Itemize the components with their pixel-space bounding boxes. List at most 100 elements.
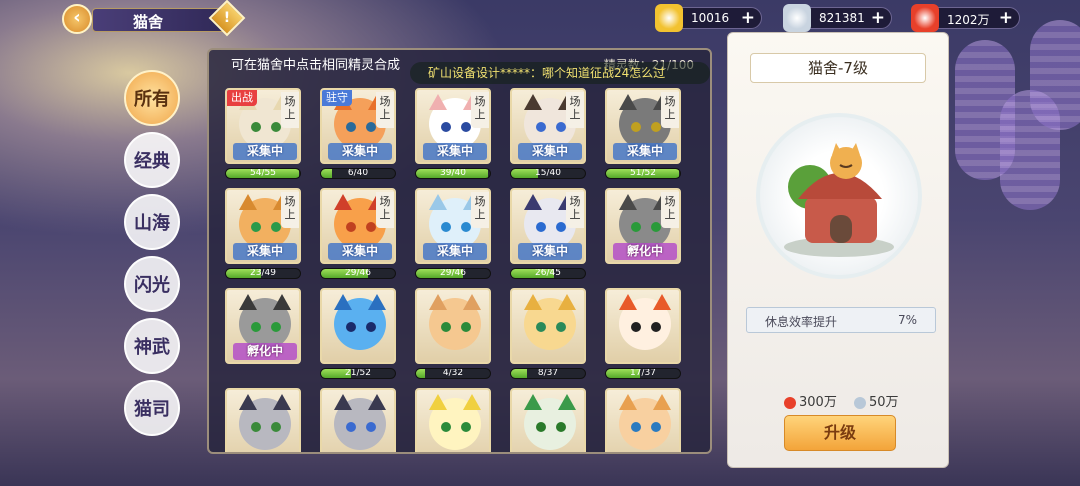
cat-card[interactable]: [605, 288, 681, 364]
add-silver-button[interactable]: +: [871, 9, 885, 27]
progress-text: 29/46: [440, 268, 466, 278]
red-gem-icon: [911, 4, 939, 32]
cat-card[interactable]: [510, 288, 586, 364]
cat-eye: [251, 322, 261, 332]
cat-eye: [271, 422, 281, 432]
progress-bar: 4/32: [415, 368, 491, 379]
cat-eye: [461, 322, 471, 332]
cat-card[interactable]: 场上采集中: [320, 188, 396, 264]
cat-card[interactable]: 出战 场上采集中: [225, 88, 301, 164]
cat-ear: [619, 394, 637, 410]
tab-mountain-sea[interactable]: 山海: [124, 194, 180, 250]
cat-eye: [366, 322, 376, 332]
merge-hint: 可在猫舍中点击相同精灵合成: [231, 58, 401, 73]
cat-ear: [653, 294, 671, 310]
cat-card[interactable]: 场上 采集中: [225, 188, 301, 264]
status-badge: 采集中: [518, 143, 582, 160]
on-field-tag: 场上: [376, 192, 394, 228]
cat-card[interactable]: 场上 孵化中: [605, 188, 681, 264]
stat-value: 7%: [897, 313, 917, 327]
gold-ingot-icon: [655, 4, 683, 32]
currency-value: 821381: [819, 11, 865, 25]
cat-ear: [429, 394, 447, 410]
cat-ear: [368, 294, 386, 310]
status-badge: 孵化中: [613, 243, 677, 260]
cat-card[interactable]: 场上 采集中: [415, 188, 491, 264]
cat-eye: [651, 422, 661, 432]
cat-card[interactable]: [320, 288, 396, 364]
cat-ear: [619, 294, 637, 310]
cat-eye: [651, 322, 661, 332]
cat-eye: [251, 422, 261, 432]
cost-gem: 300万: [784, 391, 837, 410]
cat-ear: [334, 194, 352, 210]
cat-eye: [556, 322, 566, 332]
tab-flash[interactable]: 闪光: [124, 256, 180, 312]
cat-eye: [536, 222, 546, 232]
on-field-tag: 场上: [471, 192, 489, 228]
on-field-tag: 场上: [376, 92, 394, 128]
cat-ear: [558, 394, 576, 410]
stat-row: 休息效率提升 7%: [746, 307, 936, 333]
cat-ear: [524, 294, 542, 310]
cat-card[interactable]: [605, 388, 681, 452]
cat-card[interactable]: [415, 288, 491, 364]
cat-eye: [366, 422, 376, 432]
cat-eye: [556, 222, 566, 232]
cat-card[interactable]: 场上 采集中: [510, 88, 586, 164]
progress-text: 6/40: [347, 168, 369, 178]
cat-card[interactable]: [320, 388, 396, 452]
cat-eye: [631, 422, 641, 432]
detail-panel: 猫舍-7级 休息效率提升 7% 300万 50万 升级: [727, 32, 949, 468]
add-gem-button[interactable]: +: [999, 9, 1013, 27]
status-badge: 孵化中: [233, 343, 297, 360]
cat-ear: [463, 394, 481, 410]
role-tag: 驻守: [322, 90, 352, 106]
cat-card[interactable]: [415, 388, 491, 452]
cat-card[interactable]: 场上 采集中: [415, 88, 491, 164]
add-gold-button[interactable]: +: [741, 9, 755, 27]
cat-ear: [619, 94, 637, 110]
silver-ingot-icon: [854, 396, 866, 409]
progress-bar: 39/40: [415, 168, 491, 179]
status-badge: 采集中: [518, 243, 582, 260]
tab-classic[interactable]: 经典: [124, 132, 180, 188]
cat-card[interactable]: 场上 采集中: [605, 88, 681, 164]
cat-ear: [239, 194, 257, 210]
currency-value: 1202万: [947, 13, 990, 27]
upgrade-button[interactable]: 升级: [784, 415, 896, 451]
cat-card[interactable]: 场上 采集中: [510, 188, 586, 264]
cat-card[interactable]: 孵化中: [225, 288, 301, 364]
cat-ear: [524, 94, 542, 110]
cat-eye: [631, 322, 641, 332]
cat-card[interactable]: [225, 388, 301, 452]
page-title: 猫舍: [133, 13, 164, 31]
progress-bar: 17/37: [605, 368, 681, 379]
cat-eye: [441, 122, 451, 132]
cat-eye: [461, 122, 471, 132]
cat-card[interactable]: [510, 388, 586, 452]
on-field-tag: 场上: [471, 92, 489, 128]
silver-ingot-icon: [783, 4, 811, 32]
cat-ear: [463, 294, 481, 310]
cat-eye: [461, 422, 471, 432]
tab-cat-official[interactable]: 猫司: [124, 380, 180, 436]
status-badge: 采集中: [328, 243, 392, 260]
cat-ear: [524, 194, 542, 210]
back-button[interactable]: ‹: [62, 4, 92, 34]
cat-card[interactable]: 驻守 场上 采集中: [320, 88, 396, 164]
cat-eye: [366, 122, 376, 132]
tab-divine[interactable]: 神武: [124, 318, 180, 374]
cat-ear: [334, 394, 352, 410]
cat-eye: [651, 222, 661, 232]
progress-text: 15/40: [535, 168, 561, 178]
chevron-left-icon: ‹: [73, 7, 81, 28]
role-tag: 出战: [227, 90, 257, 106]
cost-value: 300万: [799, 395, 837, 410]
cat-eye: [366, 222, 376, 232]
tab-all[interactable]: 所有: [124, 70, 180, 126]
cat-eye: [441, 422, 451, 432]
progress-text: 39/40: [440, 168, 466, 178]
on-field-tag: 场上: [281, 92, 299, 128]
status-badge: 采集中: [233, 143, 297, 160]
